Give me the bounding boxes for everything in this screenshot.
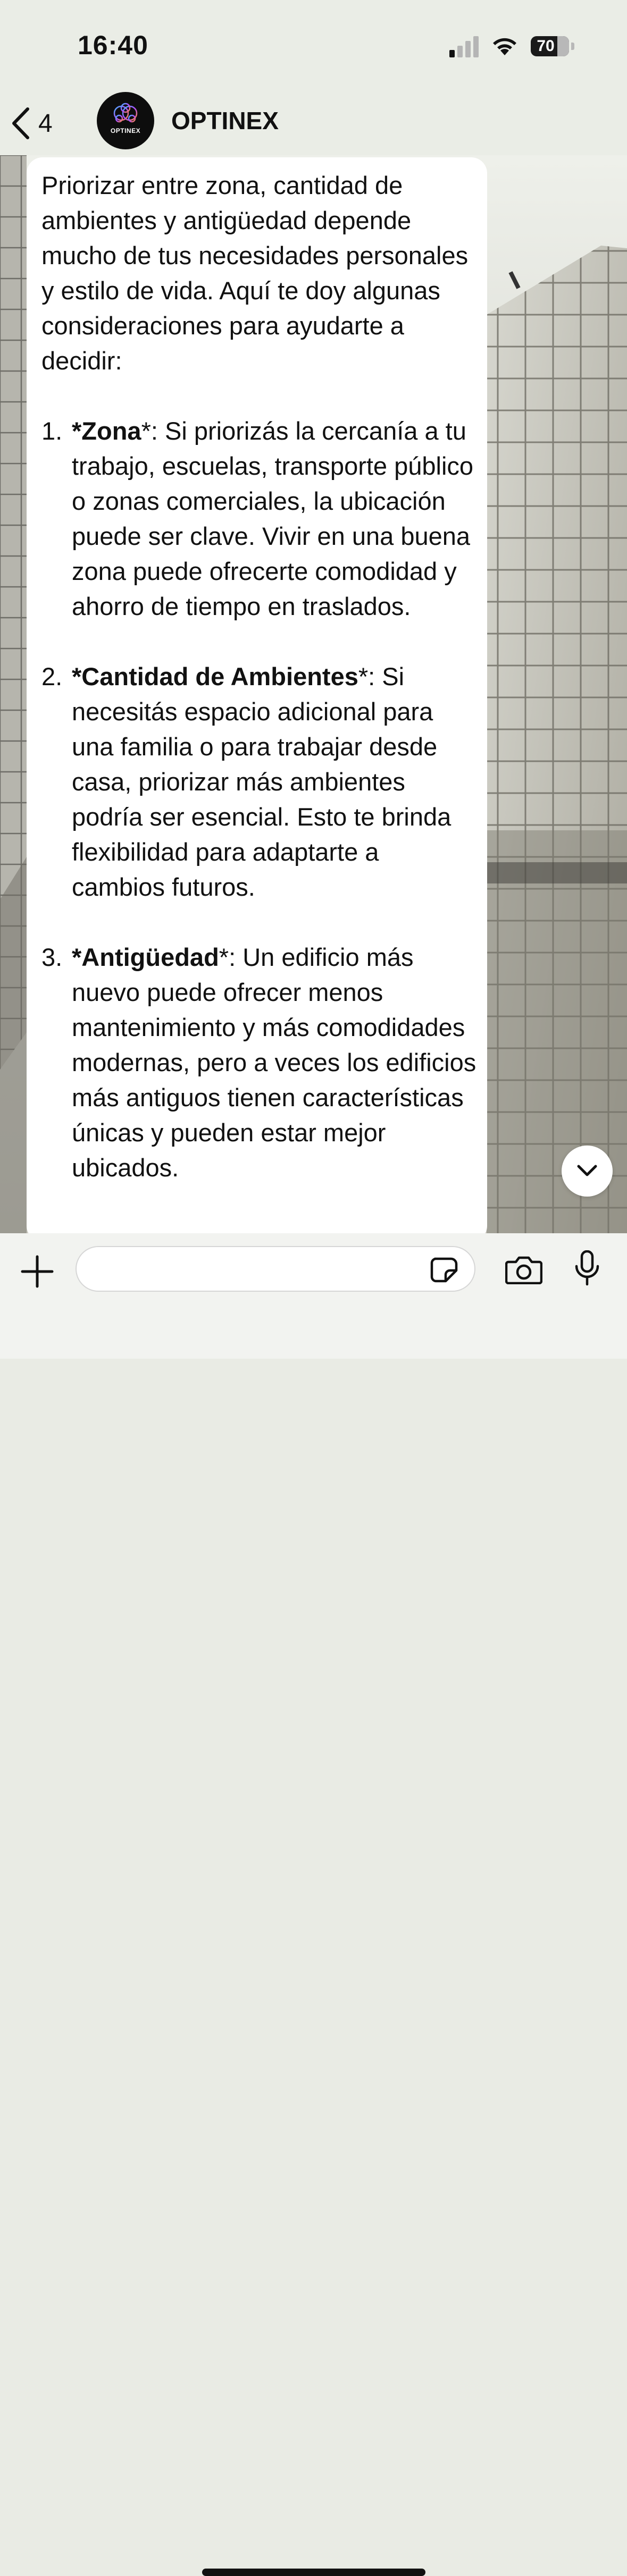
list-item-number: 3. <box>41 943 63 971</box>
contact-name[interactable]: OPTINEX <box>171 106 279 135</box>
microphone-icon[interactable] <box>573 1250 601 1289</box>
message-bubble[interactable]: Priorizar entre zona, cantidad de ambien… <box>27 157 487 1242</box>
message-text: Priorizar entre zona, cantidad de ambien… <box>41 168 478 1220</box>
scroll-to-bottom-button[interactable] <box>562 1146 613 1197</box>
avatar[interactable]: OPTINEX <box>97 92 154 149</box>
wifi-icon <box>493 38 516 55</box>
camera-icon[interactable] <box>505 1255 542 1284</box>
message-intro: Priorizar entre zona, cantidad de ambien… <box>41 171 469 375</box>
home-indicator <box>202 2569 425 2576</box>
battery-icon: 70 <box>531 36 569 56</box>
message-input[interactable] <box>89 1247 432 1292</box>
list-item-body: : Un edificio más nuevo puede ofrecer me… <box>72 943 476 1182</box>
back-button[interactable]: 4 <box>10 102 73 145</box>
battery-tip <box>571 43 574 50</box>
chevron-down-icon <box>577 1165 597 1176</box>
status-time: 16:40 <box>78 30 148 60</box>
plus-icon[interactable] <box>20 1255 54 1289</box>
list-item-title: Zona <box>81 417 141 445</box>
message-input-field[interactable] <box>76 1246 475 1292</box>
status-bar: 16:40 70 <box>0 0 627 90</box>
battery-level: 70 <box>537 37 555 55</box>
brain-logo-icon <box>113 103 138 123</box>
list-item: 1. *Zona*: Si priorizás la cercanía a tu… <box>41 414 478 624</box>
list-item-body: : Si priorizás la cercanía a tu trabajo,… <box>72 417 474 620</box>
list-item-number: 2. <box>41 662 63 691</box>
avatar-label: OPTINEX <box>110 127 141 134</box>
list-item: 3. *Antigüedad*: Un edificio más nuevo p… <box>41 940 478 1185</box>
chevron-left-icon <box>12 107 29 139</box>
list-item-title: Antigüedad <box>81 943 219 971</box>
list-item-number: 1. <box>41 417 63 445</box>
message-composer <box>0 1233 627 2576</box>
list-item-body: : Si necesitás espacio adicional para un… <box>72 662 452 901</box>
message-list: 1. *Zona*: Si priorizás la cercanía a tu… <box>41 414 478 1185</box>
unread-count: 4 <box>38 109 53 138</box>
list-item-title: Cantidad de Ambientes <box>81 662 358 691</box>
cellular-signal-icon <box>449 36 479 57</box>
list-item: 2. *Cantidad de Ambientes*: Si necesitás… <box>41 659 478 905</box>
sticker-icon[interactable] <box>430 1257 458 1283</box>
chat-header: 4 OPTINEX OPTINEX <box>0 90 627 155</box>
